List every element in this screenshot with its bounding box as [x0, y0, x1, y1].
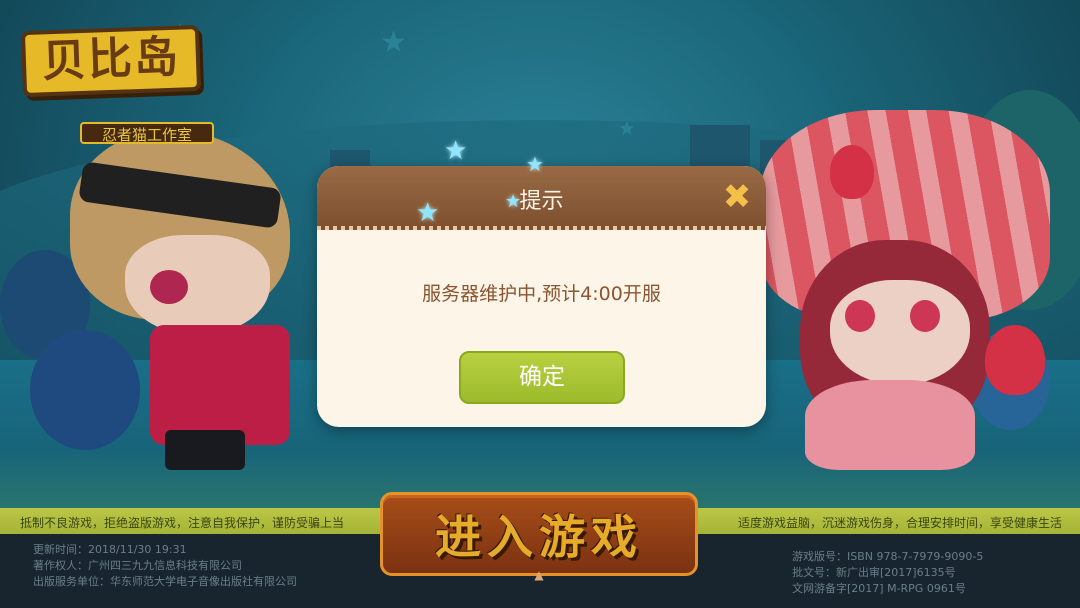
confirm-button[interactable]: 确定: [459, 351, 625, 404]
sparkle-star-icon: ★: [526, 152, 544, 176]
sparkle-star-icon: ★: [505, 191, 522, 212]
sparkle-star-icon: ★: [444, 136, 468, 166]
dialog-message: 服务器维护中,预计4:00开服: [422, 283, 661, 305]
dialog-title: 提示: [519, 189, 564, 214]
notice-dialog: 提示 ✖ 服务器维护中,预计4:00开服 确定: [317, 166, 766, 427]
sparkle-star-icon: ★: [416, 198, 440, 228]
close-icon[interactable]: ✖: [721, 180, 753, 214]
